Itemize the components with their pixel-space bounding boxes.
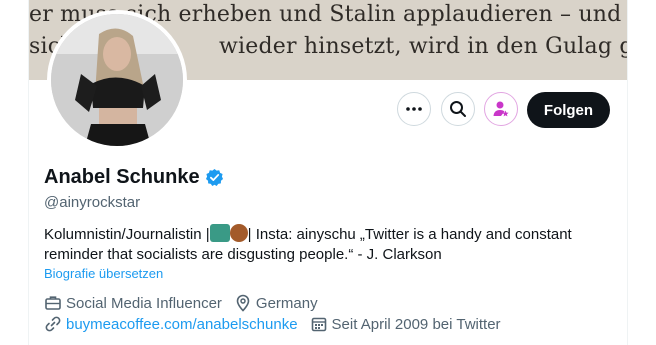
person-star-icon xyxy=(493,101,509,117)
profile-meta-row-2: buymeacoffee.com/anabelschunke Seit Apri… xyxy=(44,315,513,333)
name-row: Anabel Schunke xyxy=(44,166,224,189)
profile-card: er muss sich erheben und Stalin applaudi… xyxy=(28,0,628,345)
avatar[interactable] xyxy=(51,14,183,146)
more-horizontal-icon xyxy=(406,107,422,111)
profile-meta-row-1: Social Media Influencer Germany xyxy=(44,294,330,312)
profile-bio: Kolumnistin/Journalistin | | Insta: ainys… xyxy=(44,224,614,265)
location-item: Germany xyxy=(234,294,318,312)
calendar-icon xyxy=(311,317,326,332)
search-icon xyxy=(450,101,466,117)
search-button[interactable] xyxy=(441,92,475,126)
follow-button[interactable]: Folgen xyxy=(527,92,610,128)
location-pin-icon xyxy=(236,294,250,312)
banner-text-line-3: wieder hinsetzt, wird in den Gulag gesch xyxy=(219,34,627,59)
category-item: Social Media Influencer xyxy=(44,294,222,312)
display-name: Anabel Schunke xyxy=(44,166,200,188)
bio-text-part-2: | Insta: ainyschu „Twitter is a handy an… xyxy=(247,226,572,243)
statue-of-liberty-emoji-icon xyxy=(209,224,230,242)
briefcase-icon xyxy=(45,296,61,310)
subscribe-button[interactable] xyxy=(484,92,518,126)
avatar-photo xyxy=(51,14,183,146)
joined-text: Seit April 2009 bei Twitter xyxy=(331,315,501,333)
link-icon xyxy=(45,316,61,332)
joined-item: Seit April 2009 bei Twitter xyxy=(310,315,501,333)
bio-text-part-1: Kolumnistin/Journalistin | xyxy=(44,226,210,243)
website-link[interactable]: buymeacoffee.com/anabelschunke xyxy=(66,316,298,333)
translate-bio-link[interactable]: Biografie übersetzen xyxy=(44,266,163,281)
location-text: Germany xyxy=(255,294,318,312)
website-item[interactable]: buymeacoffee.com/anabelschunke xyxy=(44,315,298,333)
page-margin xyxy=(0,0,28,345)
more-button[interactable] xyxy=(397,92,431,126)
verified-badge-icon[interactable] xyxy=(205,168,224,187)
category-text: Social Media Influencer xyxy=(66,294,222,312)
avatar-frame[interactable] xyxy=(47,10,187,150)
user-handle: @ainyrockstar xyxy=(44,194,141,211)
squirrel-emoji-icon xyxy=(229,224,248,242)
bio-text-line-2: reminder that socialists are disgusting … xyxy=(44,246,442,263)
